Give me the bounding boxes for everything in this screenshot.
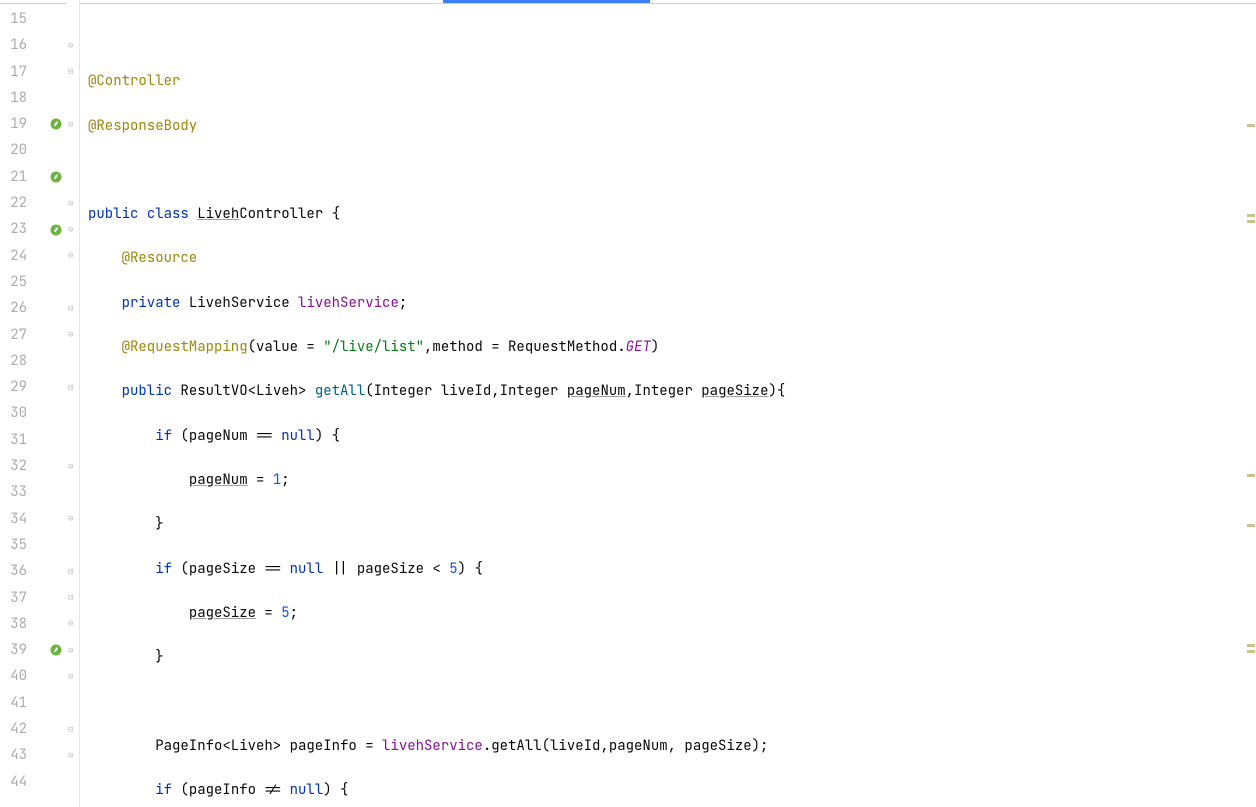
line-number[interactable]: 35 [0,532,45,558]
line-number[interactable]: 23 [0,216,45,242]
line-number[interactable]: 32 [0,453,45,479]
line-number[interactable]: 39 [0,637,45,663]
warning-mark[interactable] [1247,474,1255,477]
fold-expand-icon[interactable]: ⊟ [68,593,77,602]
line-number[interactable]: 29 [0,374,45,400]
line-number[interactable]: 30 [0,400,45,426]
warning-mark[interactable] [1247,220,1255,223]
warning-mark[interactable] [1247,650,1255,653]
code-line[interactable]: } [88,644,1256,670]
line-number[interactable]: 33 [0,479,45,505]
code-line[interactable] [88,24,1256,50]
error-stripe-scrollbar[interactable] [1244,4,1256,807]
fold-collapse-icon[interactable]: ⊖ [68,330,77,339]
gutter-icons [46,0,66,807]
spring-bean-icon[interactable] [50,118,62,130]
warning-mark[interactable] [1247,644,1255,647]
line-number-gutter[interactable]: 15 16 17 18 19 20 21 22 23 24 25 26 27 2… [0,0,46,807]
code-line[interactable]: pageNum = 1; [88,467,1256,493]
warning-mark[interactable] [1247,214,1255,217]
fold-collapse-icon[interactable]: ⊖ [68,514,77,523]
code-line[interactable]: @ResponseBody [88,113,1256,139]
line-number[interactable]: 21 [0,164,45,190]
code-line[interactable] [88,688,1256,714]
fold-collapse-icon[interactable]: ⊖ [68,120,77,129]
fold-collapse-icon[interactable]: ⊖ [68,751,77,760]
line-number[interactable]: 25 [0,269,45,295]
fold-collapse-icon[interactable]: ⊖ [68,672,77,681]
line-number[interactable]: 36 [0,558,45,584]
code-line[interactable]: @RequestMapping(value = "/live/list",met… [88,334,1256,360]
line-number[interactable]: 28 [0,348,45,374]
line-number[interactable]: 40 [0,663,45,689]
code-line[interactable] [88,157,1256,183]
line-number[interactable]: 44 [0,769,45,795]
code-line[interactable]: @Controller [88,68,1256,94]
fold-collapse-icon[interactable]: ⊖ [68,619,77,628]
code-line[interactable]: @Resource [88,245,1256,271]
editor-top-border [0,3,1256,4]
fold-collapse-icon[interactable]: ⊖ [68,41,77,50]
fold-collapse-icon[interactable]: ⊖ [68,199,77,208]
fold-expand-icon[interactable]: ⊟ [68,304,77,313]
fold-column[interactable]: ⊖ ⊟ ⊖ ⊖ ⊖ ⊖ ⊟ ⊖ ⊟ ⊖ ⊖ ⊟ ⊟ ⊖ ⊖ ⊖ ⊟ ⊖ [66,0,80,807]
fold-expand-icon[interactable]: ⊟ [68,67,77,76]
code-line[interactable]: } [88,511,1256,537]
code-line[interactable]: public ResultVO<Liveh> getAll(Integer li… [88,378,1256,404]
code-line[interactable]: if (pageInfo != null) { [88,777,1256,803]
line-number[interactable]: 43 [0,742,45,768]
code-line[interactable]: if (pageNum == null) { [88,423,1256,449]
code-editor[interactable]: 15 16 17 18 19 20 21 22 23 24 25 26 27 2… [0,0,1256,807]
line-number[interactable]: 26 [0,295,45,321]
warning-mark[interactable] [1247,524,1255,527]
line-number[interactable]: 15 [0,6,45,32]
line-number[interactable]: 19 [0,111,45,137]
code-line[interactable]: public class LivehController { [88,201,1256,227]
line-number[interactable]: 27 [0,322,45,348]
line-number[interactable]: 24 [0,243,45,269]
spring-bean-icon[interactable] [50,171,62,183]
fold-collapse-icon[interactable]: ⊖ [68,462,77,471]
line-number[interactable]: 41 [0,690,45,716]
fold-expand-icon[interactable]: ⊟ [68,383,77,392]
spring-bean-icon[interactable] [50,224,62,236]
line-number[interactable]: 18 [0,85,45,111]
line-number[interactable]: 22 [0,190,45,216]
fold-expand-icon[interactable]: ⊟ [68,725,77,734]
fold-collapse-icon[interactable]: ⊖ [68,225,77,234]
code-line[interactable]: if (pageSize == null || pageSize < 5) { [88,556,1256,582]
warning-mark[interactable] [1247,124,1255,127]
line-number[interactable]: 42 [0,716,45,742]
code-line[interactable]: PageInfo<Liveh> pageInfo = livehService.… [88,733,1256,759]
code-line[interactable]: pageSize = 5; [88,600,1256,626]
fold-expand-icon[interactable]: ⊟ [68,567,77,576]
fold-collapse-icon[interactable]: ⊖ [68,646,77,655]
line-number[interactable]: 31 [0,427,45,453]
line-number[interactable]: 37 [0,585,45,611]
line-number[interactable]: 20 [0,137,45,163]
spring-bean-icon[interactable] [50,644,62,656]
line-number[interactable]: 34 [0,506,45,532]
code-line[interactable]: private LivehService livehService; [88,290,1256,316]
line-number[interactable]: 17 [0,59,45,85]
line-number[interactable]: 38 [0,611,45,637]
fold-collapse-icon[interactable]: ⊖ [68,251,77,260]
code-area[interactable]: @Controller @ResponseBody public class L… [80,0,1256,807]
line-number[interactable]: 16 [0,32,45,58]
